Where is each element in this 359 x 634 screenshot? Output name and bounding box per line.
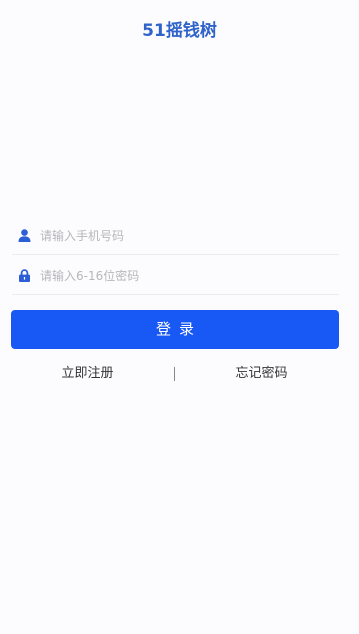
password-field bbox=[12, 254, 339, 295]
forgot-password-link[interactable]: 忘记密码 bbox=[174, 364, 349, 384]
password-input[interactable] bbox=[40, 266, 330, 286]
register-link[interactable]: 立即注册 bbox=[0, 364, 175, 384]
phone-field bbox=[12, 214, 339, 255]
lock-icon bbox=[19, 269, 30, 282]
auth-links: 立即注册 忘记密码 bbox=[0, 364, 359, 384]
user-icon bbox=[18, 229, 31, 242]
app-title: 51摇钱树 bbox=[142, 21, 217, 41]
phone-input[interactable] bbox=[40, 226, 330, 246]
login-button[interactable]: 登录 bbox=[11, 310, 339, 349]
